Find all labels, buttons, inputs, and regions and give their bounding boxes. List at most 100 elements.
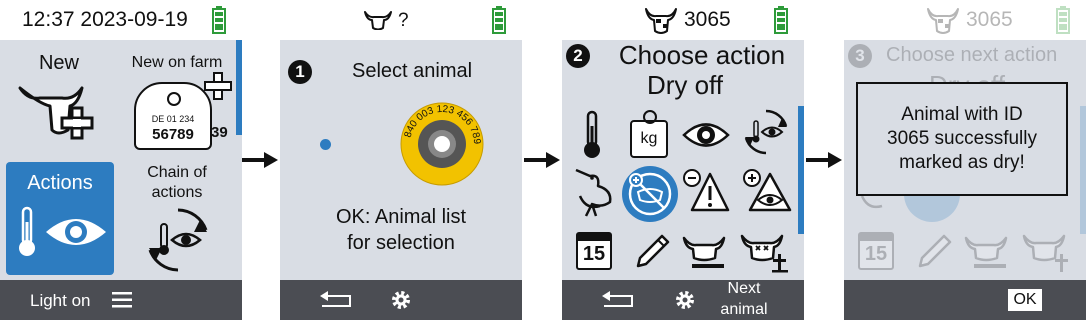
menu-tile-actions[interactable]: Actions — [6, 162, 114, 275]
step-number: 3 — [855, 46, 865, 65]
menu-tile-new[interactable]: New — [0, 40, 118, 158]
flow-arrow-icon — [524, 152, 560, 168]
flow-arrow-icon — [806, 152, 842, 168]
animal-id: 3065 — [684, 8, 731, 31]
screen-choose-action: 3065 2 Choose action Dry off kg 15 Next … — [562, 0, 804, 320]
status-bar: 3065 — [562, 0, 804, 40]
action-grid-panel: 2 Choose action Dry off kg 15 — [562, 40, 804, 280]
cow-head-icon — [927, 8, 959, 34]
battery-icon — [212, 6, 226, 34]
ear-tag-line2: 56789 — [152, 126, 194, 143]
scrollbar[interactable] — [236, 40, 242, 135]
status-bar: 12:37 2023-09-19 — [0, 0, 242, 40]
cow-remove-icon[interactable] — [682, 234, 728, 272]
menu-grid: New New on farm DE 01 234 56789 39 Actio — [0, 40, 242, 280]
eye-icon[interactable] — [682, 120, 730, 150]
ok-button[interactable]: OK — [1008, 289, 1042, 311]
message-line1: OK: Animal list — [335, 206, 467, 228]
thermometer-icon — [19, 206, 35, 256]
plus-icon — [204, 72, 232, 100]
cow-remove-icon — [964, 236, 1008, 268]
scale-kg-icon[interactable]: kg — [630, 110, 668, 158]
pencil-icon[interactable] — [632, 232, 672, 272]
battery-icon — [492, 6, 506, 34]
battery-icon — [774, 6, 788, 34]
step-badge: 3 — [848, 44, 872, 68]
calendar-icon[interactable]: 15 — [576, 232, 612, 270]
bottom-bar: Next animal — [562, 280, 804, 320]
cow-head-icon — [364, 11, 392, 30]
action-subtitle: Dry off — [646, 70, 724, 100]
confirmation-dialog: Animal with ID 3065 successfully marked … — [856, 82, 1068, 196]
bottom-bar: OK — [844, 280, 1086, 320]
status-bar: 3065 — [844, 0, 1086, 40]
menu-tile-chain-of-actions[interactable]: Chain of actions — [118, 158, 236, 280]
clock-date: 12:37 2023-09-19 — [22, 8, 188, 31]
light-on-button[interactable]: Light on — [30, 291, 91, 311]
ear-tag-back-number: 39 — [211, 124, 228, 141]
status-dot — [320, 139, 331, 150]
cow-head-icon — [645, 8, 677, 34]
tile-label: Actions — [27, 172, 93, 194]
hamburger-menu-icon[interactable] — [112, 291, 132, 309]
calendar-day: 15 — [864, 243, 888, 265]
cow-dead-icon — [1022, 234, 1068, 272]
gear-icon[interactable] — [390, 289, 412, 311]
screen-confirmation: 3065 3 Choose next action Dry off 15 — [844, 0, 1086, 320]
menu-tile-new-on-farm[interactable]: New on farm DE 01 234 56789 39 — [118, 40, 236, 158]
animal-id: 3065 — [966, 8, 1013, 31]
ok-button-label: OK — [1013, 291, 1037, 308]
kg-label: kg — [640, 130, 658, 147]
tile-label-line1: Chain of — [147, 164, 207, 181]
bottom-bar — [280, 280, 522, 320]
battery-icon — [1056, 6, 1070, 34]
dialog-line3: marked as dry! — [899, 152, 1025, 173]
warning-minus-icon[interactable] — [682, 168, 730, 214]
tile-label-line2: actions — [151, 184, 203, 201]
scrollbar — [1080, 106, 1086, 234]
rfid-tag-icon: 840 003 123 456 789 — [400, 102, 484, 186]
cow-plus-icon — [18, 86, 94, 140]
step-badge: 1 — [288, 60, 312, 84]
calendar-day: 15 — [582, 243, 606, 265]
dialog-line1: Animal with ID — [901, 104, 1023, 125]
step-number: 1 — [295, 62, 305, 81]
step-badge: 2 — [566, 44, 590, 68]
flow-arrow-icon — [242, 152, 278, 168]
bottom-bar: Light on — [0, 280, 242, 320]
thermometer-icon[interactable] — [580, 110, 604, 160]
select-animal-panel: 1 Select animal 840 003 123 456 789 OK: … — [280, 40, 522, 280]
chain-of-actions-icon[interactable] — [742, 108, 790, 156]
screen-title: Select animal — [352, 60, 473, 82]
next-animal-button[interactable]: Next animal — [712, 280, 776, 320]
back-arrow-icon[interactable] — [600, 290, 636, 310]
screen-main-menu: 12:37 2023-09-19 New New on farm DE 01 2… — [0, 0, 242, 320]
screen-title: Choose next action — [886, 44, 1058, 66]
tile-label: New on farm — [131, 54, 223, 71]
step-number: 2 — [573, 46, 583, 65]
back-arrow-icon[interactable] — [318, 290, 354, 310]
screen-title: Choose action — [618, 40, 786, 70]
status-bar: ? — [280, 0, 522, 40]
message-line2: for selection — [347, 232, 455, 254]
ear-tag-line1: DE 01 234 — [151, 114, 195, 124]
dry-off-icon — [628, 172, 672, 216]
eye-warning-plus-icon[interactable] — [742, 168, 792, 214]
dialog-line2: 3065 successfully — [887, 128, 1037, 149]
stork-icon[interactable] — [572, 166, 616, 218]
cow-dead-icon[interactable] — [740, 232, 790, 274]
chain-of-actions-icon — [148, 208, 208, 272]
calendar-icon: 15 — [858, 232, 894, 270]
animal-id: ? — [398, 10, 409, 31]
dry-off-icon-selected[interactable] — [622, 166, 678, 222]
next-animal-line1: Next — [727, 280, 761, 297]
eye-icon — [46, 219, 106, 245]
next-animal-line2: animal — [720, 301, 768, 318]
ear-tag-icon: DE 01 234 56789 — [134, 82, 212, 150]
tile-label: New — [38, 52, 79, 74]
screen-select-animal: ? 1 Select animal 840 003 123 456 789 OK… — [280, 0, 522, 320]
pencil-icon — [918, 234, 952, 268]
scrollbar[interactable] — [798, 106, 804, 234]
confirmation-panel: 3 Choose next action Dry off 15 — [844, 40, 1086, 280]
gear-icon[interactable] — [674, 289, 696, 311]
